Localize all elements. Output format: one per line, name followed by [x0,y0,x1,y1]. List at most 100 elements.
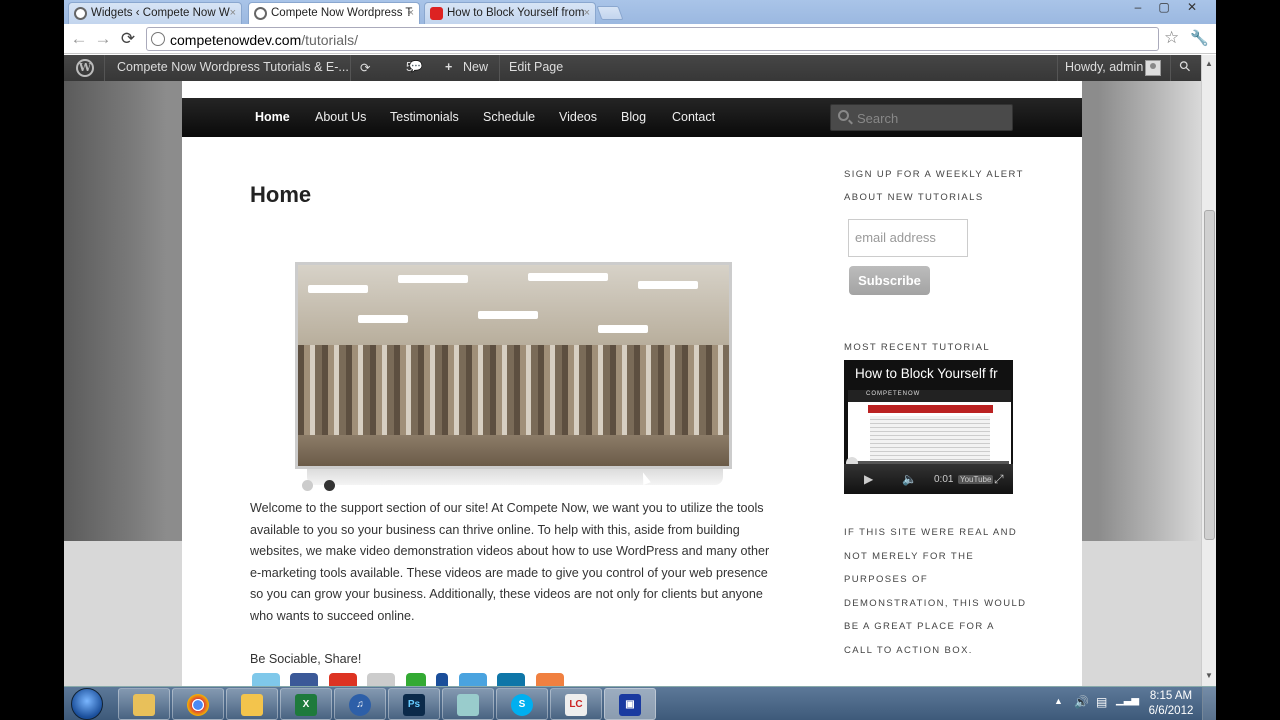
tab-compete-now[interactable]: Compete Now Wordpress T × [248,2,420,25]
intro-paragraph: Welcome to the support section of our si… [250,501,770,623]
slider-dot-1[interactable] [302,480,313,491]
network-tray-icon[interactable]: ▤ [1096,695,1107,720]
google-icon[interactable] [328,673,357,686]
video-title[interactable]: How to Block Yourself fr [855,366,998,381]
taskbar-excel[interactable]: X [280,688,332,720]
fullscreen-icon[interactable]: ⤢ [994,472,1004,487]
forward-button[interactable]: → [93,29,113,49]
howdy-admin[interactable]: Howdy, admin [1065,60,1143,74]
search-placeholder: Search [857,111,899,126]
video-controls: ▶ 🔈 0:01 YouTube ⤢ [844,464,1013,494]
youtube-icon [430,7,443,20]
delicious-icon[interactable] [436,673,449,686]
taskbar-photoshop[interactable]: Ps [388,688,440,720]
windows-logo-icon [71,688,103,720]
taskbar-lc[interactable]: LC [550,688,602,720]
scrollbar-thumb[interactable] [1204,210,1215,540]
close-icon[interactable]: × [408,7,414,19]
browser-toolbar: ← → ⟳ competenowdev.com/tutorials/ ☆ 🔧 [64,24,1216,54]
menu-item-videos[interactable]: Videos [559,110,597,124]
menu-item-schedule[interactable]: Schedule [483,110,535,124]
signup-title-line1: SIGN UP FOR A WEEKLY ALERT [844,169,1024,180]
site-content: Home About Us Testimonials Schedule Vide… [182,81,1082,686]
play-icon[interactable]: ▶ [864,472,873,486]
admin-site-name[interactable]: Compete Now Wordpress Tutorials & E-... [117,60,349,74]
comments-icon[interactable]: 💬 [409,60,423,73]
bookmark-star-icon[interactable]: ☆ [1164,28,1179,48]
tab-widgets[interactable]: Widgets ‹ Compete Now W × [68,2,242,24]
taskbar-notepad[interactable] [442,688,494,720]
browser-window: Widgets ‹ Compete Now W × Compete Now Wo… [64,0,1216,686]
wordpress-icon [254,7,267,20]
close-window-button[interactable]: ✕ [1180,0,1204,16]
clock[interactable]: 8:15 AM 6/6/2012 [1136,689,1206,719]
subscribe-button[interactable]: Subscribe [849,266,930,295]
menu-item-blog[interactable]: Blog [621,110,646,124]
youtube-logo[interactable]: YouTube [958,475,994,484]
twitter-icon[interactable] [252,673,280,686]
itunes-icon: ♫ [349,694,371,716]
reload-button[interactable]: ⟳ [118,29,138,49]
bookmark-icon[interactable] [367,673,396,686]
taskbar-skype[interactable]: S [496,688,548,720]
cta-line: DEMONSTRATION, THIS WOULD [844,597,1027,609]
taskbar-outlook[interactable] [226,688,278,720]
email-field[interactable]: email address [848,219,968,257]
menu-item-about-us[interactable]: About Us [315,110,366,124]
maximize-button[interactable]: ▢ [1152,0,1176,16]
sociable-heading: Be Sociable, Share! [250,652,362,666]
tab-title: Widgets ‹ Compete Now W [91,7,230,19]
facebook-icon[interactable] [290,673,319,686]
envelope-icon [241,694,263,716]
new-content-button[interactable]: New [463,60,488,74]
volume-icon[interactable]: 🔈 [902,472,917,486]
green-share-icon[interactable] [405,673,426,686]
start-button[interactable] [69,687,105,720]
youtube-video-embed[interactable]: How to Block Yourself fr COMPETENOW ▶ 🔈 … [844,360,1013,494]
taskbar-explorer[interactable] [118,688,170,720]
signup-title-line2: ABOUT NEW TUTORIALS [844,192,984,203]
updates-icon[interactable]: ⟳ [360,60,370,75]
avatar[interactable] [1145,60,1161,76]
menu-item-home[interactable]: Home [255,110,290,124]
url-text: competenowdev.com/tutorials/ [170,32,359,48]
tab-strip: Widgets ‹ Compete Now W × Compete Now Wo… [64,0,1216,25]
address-bar[interactable]: competenowdev.com/tutorials/ [146,27,1159,51]
recorder-icon: ▣ [619,694,641,716]
wordpress-icon [74,7,87,20]
close-icon[interactable]: × [230,7,236,19]
wrench-icon[interactable]: 🔧 [1190,29,1209,47]
new-tab-button[interactable] [596,6,624,20]
wordpress-logo-icon[interactable]: W [76,59,94,77]
back-button[interactable]: ← [69,29,89,49]
minimize-button[interactable]: – [1126,0,1150,16]
globe-icon [151,32,165,46]
admin-search-icon[interactable]: ⚲ [1175,57,1194,76]
page-scrollbar[interactable]: ▲ ▼ [1201,55,1216,686]
menu-item-contact[interactable]: Contact [672,110,715,124]
tray-arrow-icon[interactable]: ▲ [1054,696,1063,720]
edit-page-button[interactable]: Edit Page [509,60,563,74]
clock-time: 8:15 AM [1149,690,1193,702]
tab-youtube[interactable]: How to Block Yourself from × [424,2,596,24]
excel-icon: X [295,694,317,716]
slider-dot-2[interactable] [324,480,335,491]
rss-icon[interactable] [535,673,564,686]
site-search-input[interactable]: Search [830,104,1013,131]
taskbar-itunes[interactable]: ♫ [334,688,386,720]
new-icon[interactable]: + [445,60,452,74]
screen-border-left [0,0,64,720]
volume-tray-icon[interactable]: 🔊 [1074,695,1089,720]
email-share-icon[interactable] [458,673,487,686]
share-icons [252,673,570,686]
menu-item-testimonials[interactable]: Testimonials [390,110,459,124]
image-slider[interactable] [295,262,732,469]
show-desktop-button[interactable] [1202,687,1216,720]
taskbar-recorder[interactable]: ▣ [604,688,656,720]
linkedin-icon[interactable] [497,673,526,686]
chrome-icon [187,694,209,716]
close-icon[interactable]: × [584,7,590,19]
taskbar-chrome[interactable] [172,688,224,720]
cta-line: PURPOSES OF [844,574,929,585]
call-to-action-box: IF THIS SITE WERE REAL AND NOT MERELY FO… [844,521,1034,662]
